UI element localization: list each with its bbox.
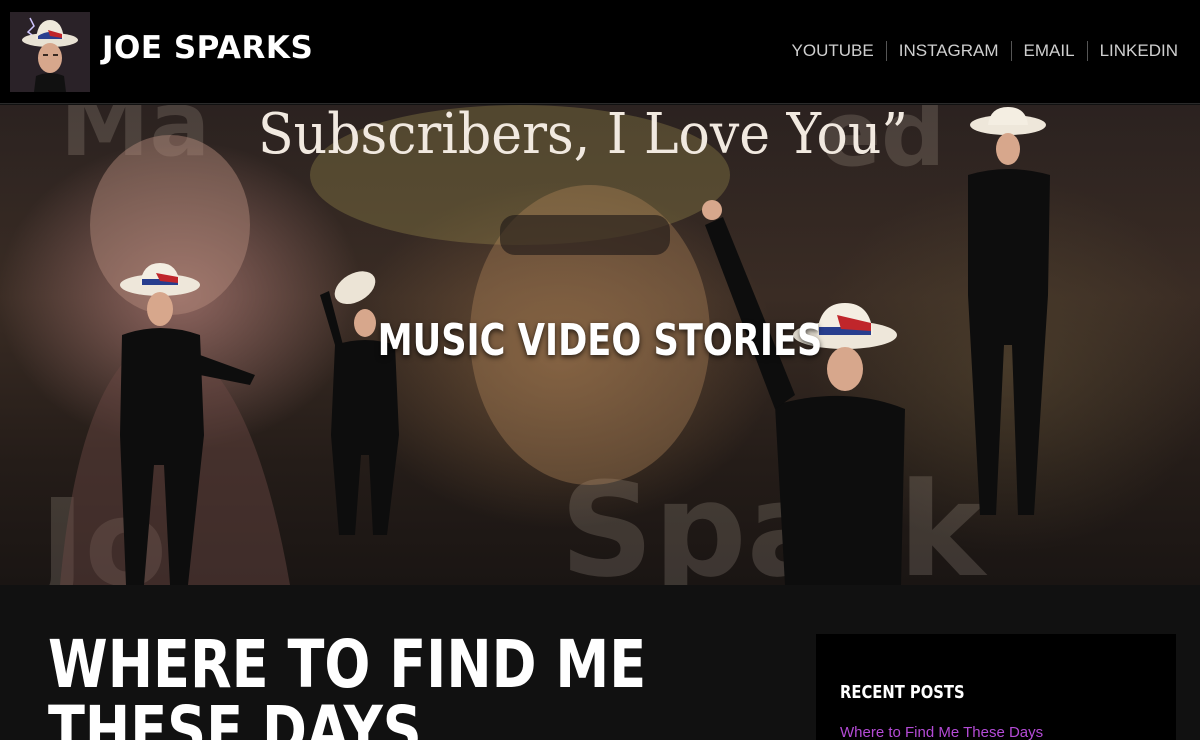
post-title[interactable]: WHERE TO FIND ME THESE DAYS [48,632,753,740]
hero-title: MUSIC VIDEO STORIES [377,315,823,366]
nav-link-youtube[interactable]: YOUTUBE [780,41,886,61]
site-header: JOE SPARKS YOUTUBE INSTAGRAM EMAIL LINKE… [0,0,1200,104]
hero-banner: Ma ed Jo Spark Subscribers, I Love You” [0,105,1200,585]
dancer-figure [968,107,1050,515]
main-nav: YOUTUBE INSTAGRAM EMAIL LINKEDIN [780,41,1178,61]
nav-link-email[interactable]: EMAIL [1012,41,1087,61]
cowboy-avatar-icon [10,12,90,92]
site-logo[interactable] [10,12,90,92]
dancer-figure [320,271,399,535]
nav-link-instagram[interactable]: INSTAGRAM [887,41,1011,61]
recent-post-link[interactable]: Where to Find Me These Days [840,724,1043,740]
content-area: WHERE TO FIND ME THESE DAYS RECENT POSTS… [0,586,1200,740]
site-title[interactable]: JOE SPARKS [102,30,313,66]
recent-posts-widget: RECENT POSTS Where to Find Me These Days [816,634,1176,740]
hero-image-caption: Subscribers, I Love You” [258,105,908,167]
widget-title: RECENT POSTS [840,682,965,703]
nav-link-linkedin[interactable]: LINKEDIN [1088,41,1178,61]
